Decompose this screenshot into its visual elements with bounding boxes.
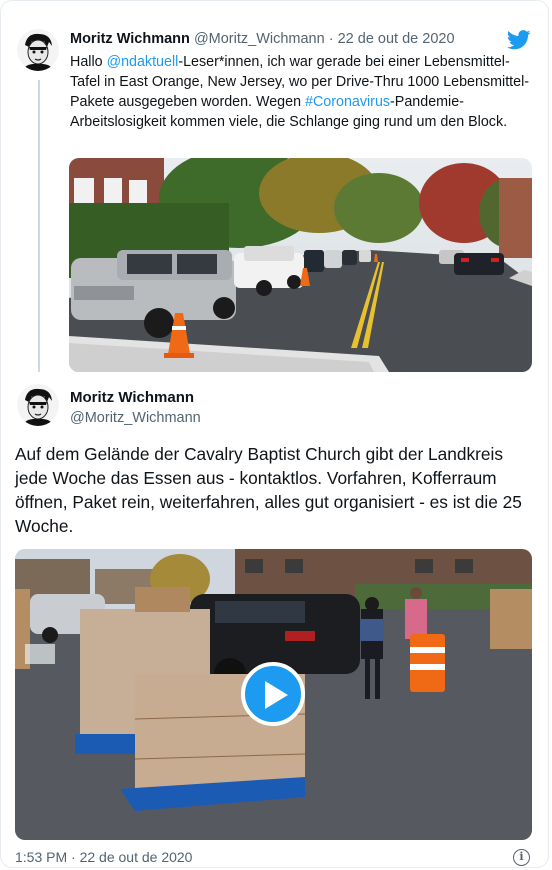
info-icon[interactable]: i bbox=[513, 849, 530, 866]
author-handle[interactable]: @Moritz_Wichmann bbox=[70, 410, 201, 426]
author-name[interactable]: Moritz Wichmann bbox=[70, 31, 190, 47]
author-name[interactable]: Moritz Wichmann bbox=[70, 389, 194, 406]
tweet-header: Moritz Wichmann @Moritz_Wichmann · 22 de… bbox=[70, 31, 455, 47]
play-icon bbox=[265, 681, 288, 709]
separator: · bbox=[328, 31, 334, 47]
thread-line bbox=[38, 80, 40, 372]
author-handle[interactable]: @Moritz_Wichmann bbox=[194, 31, 325, 47]
tweet-text: Auf dem Gelände der Cavalry Baptist Chur… bbox=[15, 444, 522, 536]
hashtag-link[interactable]: #Coronavirus bbox=[305, 94, 390, 110]
avatar[interactable] bbox=[17, 384, 59, 426]
play-button[interactable] bbox=[241, 662, 305, 726]
tweet-timestamp[interactable]: 1:53 PM · 22 de out de 2020 bbox=[15, 849, 192, 865]
mention-link[interactable]: @ndaktuell bbox=[107, 54, 179, 70]
tweet-text-part: Hallo bbox=[70, 54, 107, 70]
tweet-date[interactable]: 22 de out de 2020 bbox=[338, 31, 455, 47]
tweet-photo[interactable] bbox=[69, 158, 532, 372]
avatar[interactable] bbox=[17, 29, 59, 71]
tweet-text: Hallo @ndaktuell-Leser*innen, ich war ge… bbox=[70, 52, 535, 132]
